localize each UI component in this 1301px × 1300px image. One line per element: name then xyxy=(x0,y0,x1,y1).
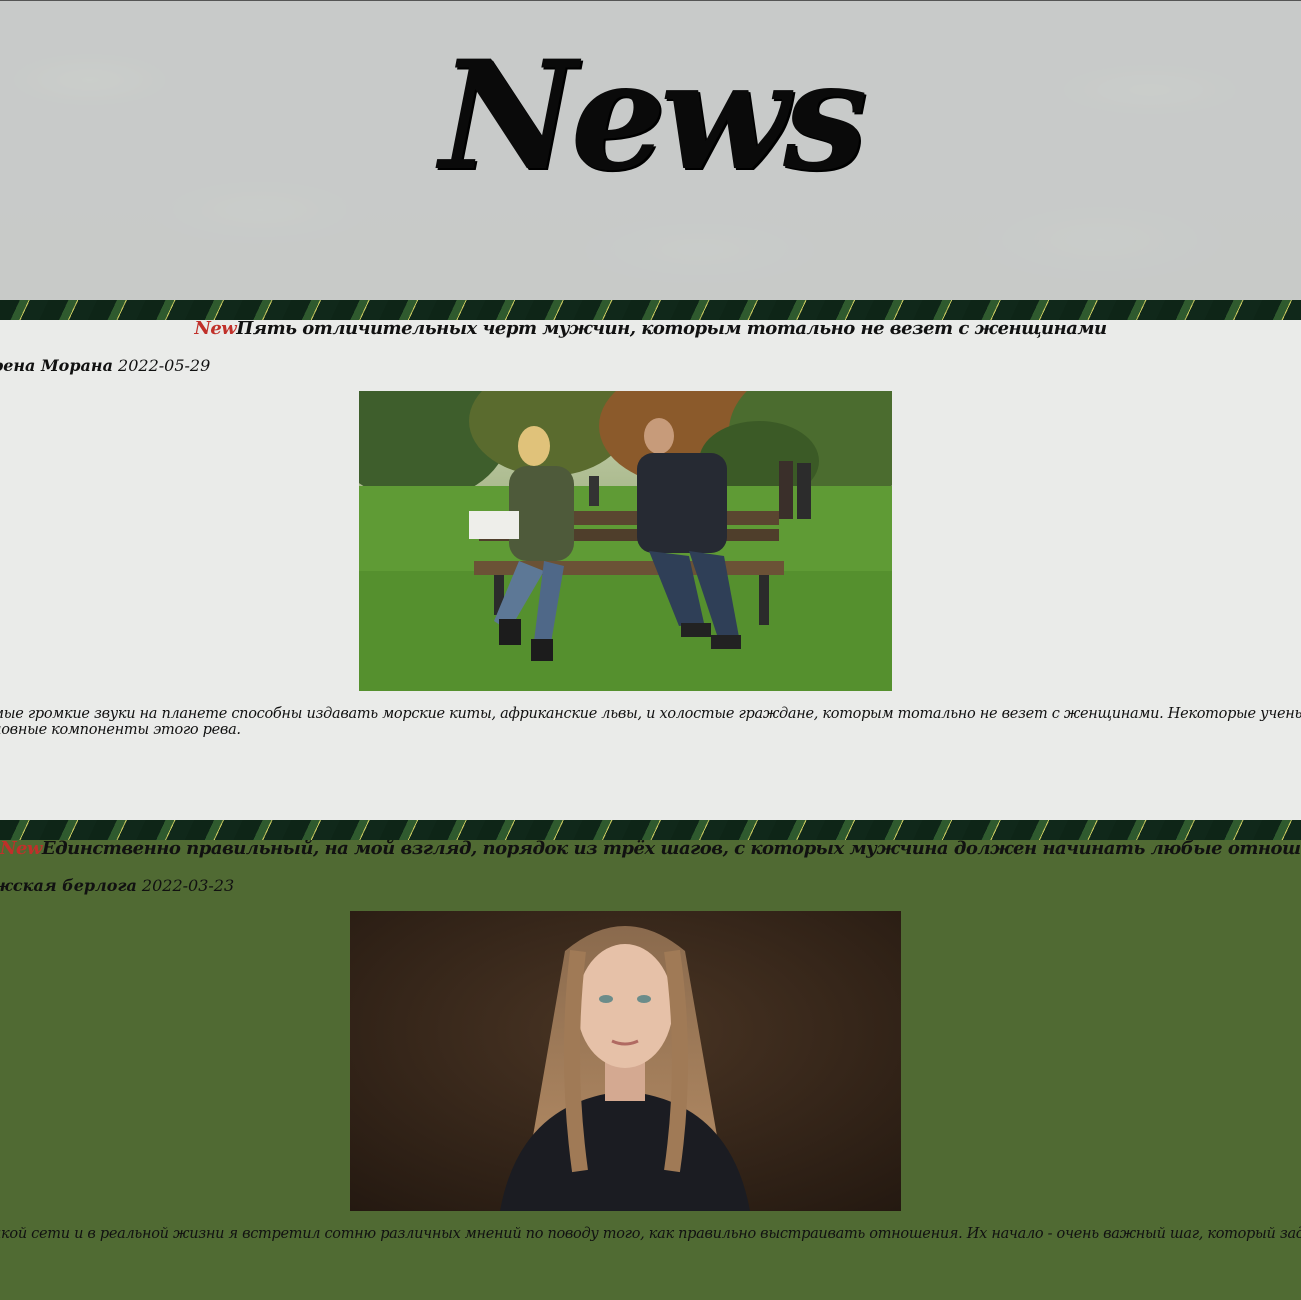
article-title-text[interactable]: Пять отличительных черт мужчин, которым … xyxy=(236,320,1107,339)
site-header: News xyxy=(0,0,1301,300)
article-author: рена Морана xyxy=(0,356,113,375)
news-article: NewЕдинственно правильный, на мой взгляд… xyxy=(0,840,1301,1300)
new-badge: New xyxy=(194,320,237,339)
article-meta: жская берлога 2022-03-23 xyxy=(0,876,234,895)
article-excerpt-line: мые громкие звуки на планете способны из… xyxy=(0,706,1301,722)
article-title[interactable]: NewЕдинственно правильный, на мой взгляд… xyxy=(0,840,1301,858)
article-title[interactable]: NewПять отличительных черт мужчин, котор… xyxy=(0,320,1301,338)
article-author: жская берлога xyxy=(0,876,137,895)
portrait-photo xyxy=(350,911,901,1211)
article-image xyxy=(350,911,901,1211)
new-badge: New xyxy=(0,840,42,859)
article-date: 2022-03-23 xyxy=(141,876,235,895)
news-article: NewПять отличительных черт мужчин, котор… xyxy=(0,320,1301,820)
article-excerpt-line: новные компоненты этого рева. xyxy=(0,722,241,738)
park-bench-photo xyxy=(359,391,892,691)
article-date: 2022-05-29 xyxy=(118,356,211,375)
fern-divider xyxy=(0,820,1301,840)
page-title: News xyxy=(439,28,867,204)
article-meta: рена Морана 2022-05-29 xyxy=(0,356,210,375)
article-image xyxy=(359,391,892,691)
article-excerpt-line: икой сети и в реальной жизни я встретил … xyxy=(0,1226,1301,1242)
fern-divider xyxy=(0,300,1301,320)
article-title-text[interactable]: Единственно правильный, на мой взгляд, п… xyxy=(42,840,1301,859)
